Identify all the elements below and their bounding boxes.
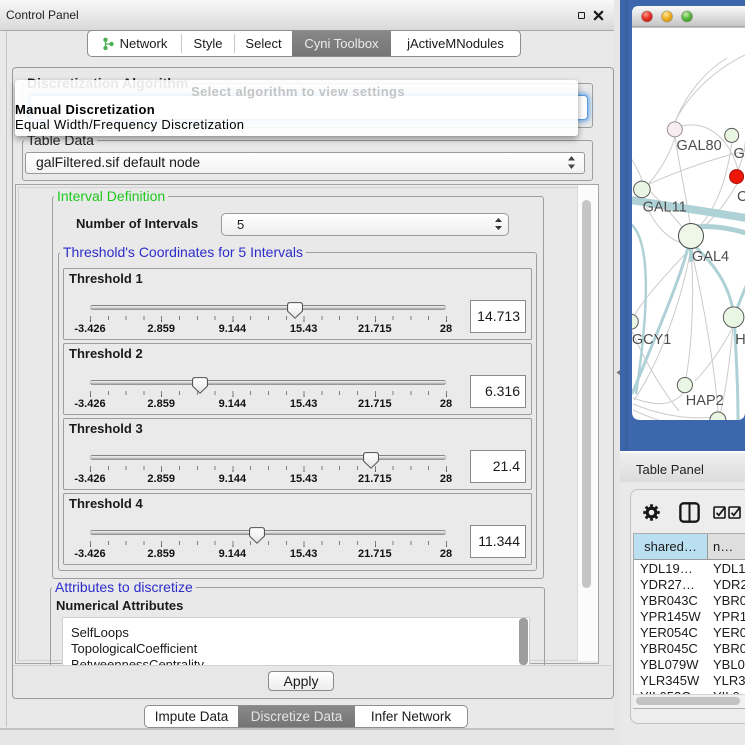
svg-text:HAP2: HAP2 xyxy=(686,393,724,409)
svg-text:GCY1: GCY1 xyxy=(632,332,672,348)
svg-text:GA: GA xyxy=(734,146,745,162)
svg-text:GAL4: GAL4 xyxy=(692,249,729,265)
svg-text:HI: HI xyxy=(735,332,745,348)
svg-text:GAL80: GAL80 xyxy=(677,138,722,154)
svg-text:C: C xyxy=(737,189,745,205)
svg-text:GAL11: GAL11 xyxy=(643,200,687,216)
